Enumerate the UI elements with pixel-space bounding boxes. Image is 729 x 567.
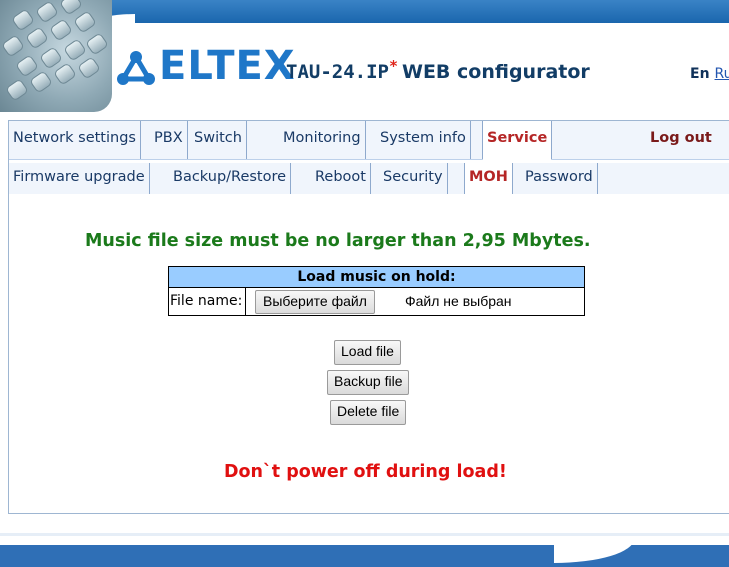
tab-reboot[interactable]: Reboot	[311, 163, 371, 194]
tab-network-settings[interactable]: Network settings	[9, 121, 141, 159]
model-star: *	[388, 57, 398, 75]
load-file-button[interactable]: Load file	[334, 340, 401, 365]
app-title: TAU-24.IP* WEB configurator	[286, 57, 590, 83]
footer-curve-decoration	[554, 545, 634, 563]
tab-monitoring[interactable]: Monitoring	[279, 121, 366, 159]
tab-switch[interactable]: Switch	[190, 121, 247, 159]
moh-upload-table: Load music on hold: File name: Выберите …	[168, 266, 585, 316]
file-size-warning: Music file size must be no larger than 2…	[85, 231, 591, 251]
footer-divider	[0, 533, 729, 536]
logout-link[interactable]: Log out	[650, 121, 712, 155]
choose-file-button[interactable]: Выберите файл	[255, 290, 375, 314]
language-ru-link[interactable]: Ru	[715, 66, 729, 82]
tab-moh[interactable]: MOH	[464, 163, 513, 194]
tab-firmware-upgrade[interactable]: Firmware upgrade	[9, 163, 150, 194]
title-suffix: WEB configurator	[401, 61, 590, 83]
language-switcher: En Ru	[690, 66, 729, 82]
tab-system-info[interactable]: System info	[376, 121, 471, 159]
file-name-row: File name: Выберите файл Файл не выбран	[169, 288, 584, 315]
page-header: ELTEX TAU-24.IP* WEB configurator En Ru	[0, 0, 729, 112]
brand-name: ELTEX	[159, 43, 296, 89]
tab-security[interactable]: Security	[379, 163, 448, 194]
delete-file-button[interactable]: Delete file	[330, 400, 407, 425]
page-footer	[0, 545, 729, 567]
model-name: TAU-24.IP	[286, 61, 389, 83]
main-frame: Network settings PBX Switch Monitoring S…	[8, 120, 729, 514]
moh-table-title: Load music on hold:	[169, 267, 584, 288]
keypad-photo	[0, 0, 112, 112]
secondary-nav: Firmware upgrade Backup/Restore Reboot S…	[9, 160, 729, 194]
language-en[interactable]: En	[690, 66, 710, 82]
primary-nav: Network settings PBX Switch Monitoring S…	[9, 121, 729, 160]
tab-password[interactable]: Password	[521, 163, 598, 194]
tab-pbx[interactable]: PBX	[150, 121, 188, 159]
tab-backup-restore[interactable]: Backup/Restore	[169, 163, 292, 194]
backup-file-button[interactable]: Backup file	[327, 370, 410, 395]
eltex-logo-icon	[117, 51, 155, 85]
file-status-text: Файл не выбран	[405, 293, 512, 309]
file-name-label: File name:	[170, 288, 247, 315]
power-off-warning: Don`t power off during load!	[224, 462, 507, 482]
tab-service[interactable]: Service	[482, 121, 553, 160]
